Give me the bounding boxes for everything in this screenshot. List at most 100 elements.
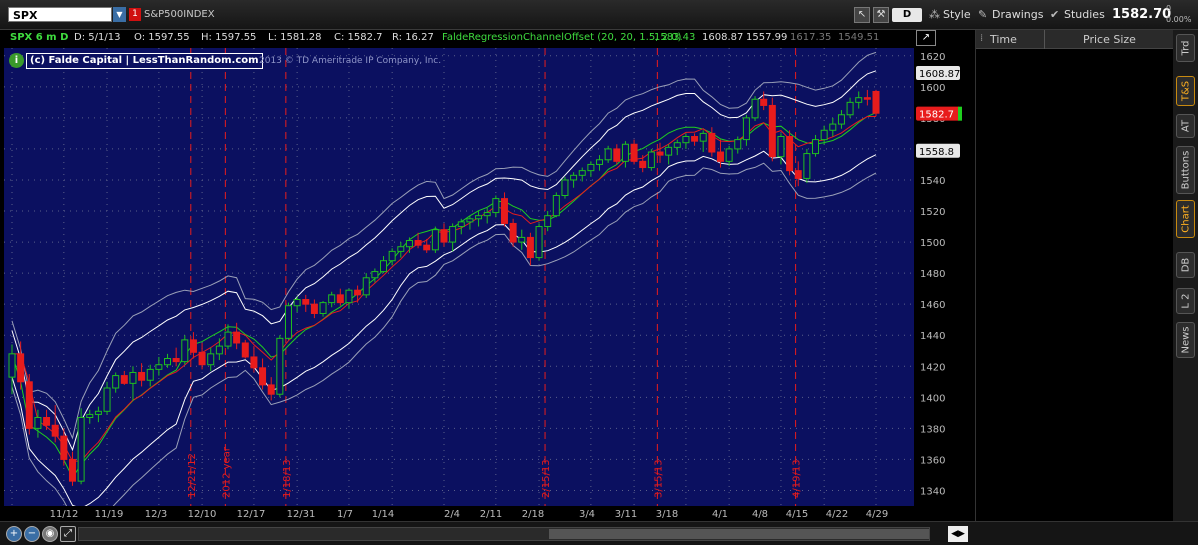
tab-chart[interactable]: Chart bbox=[1176, 200, 1195, 238]
candle-down bbox=[43, 417, 51, 426]
top-toolbar: SPX ▼ 1 S&P500INDEX ↖ ⚒ D ⁂ Style ✎ Drawin… bbox=[0, 0, 1198, 30]
ts-column-time[interactable]: Time bbox=[990, 33, 1017, 46]
candle-up bbox=[276, 337, 284, 395]
candle-down bbox=[25, 381, 33, 429]
price-tick-label: 1460 bbox=[920, 300, 945, 311]
date-tick-label: 2/18 bbox=[522, 509, 544, 520]
event-marker-label: 4/19/13 bbox=[792, 459, 803, 498]
candle-down bbox=[51, 424, 59, 437]
event-marker-label: 2012 year bbox=[221, 446, 232, 498]
zoom-in-icon[interactable]: + bbox=[6, 526, 22, 542]
price-tick-label: 1360 bbox=[920, 455, 945, 466]
event-marker-label: 12/21/12 bbox=[187, 453, 198, 498]
candle-up bbox=[388, 250, 396, 262]
zoom-out-icon[interactable]: − bbox=[24, 526, 40, 542]
candle-up bbox=[673, 142, 681, 148]
tab-buttons[interactable]: Buttons bbox=[1176, 146, 1195, 194]
cursor-icon[interactable]: ↖ bbox=[854, 7, 870, 23]
candle-up bbox=[164, 358, 172, 366]
candle-down bbox=[526, 236, 534, 259]
candle-up bbox=[596, 159, 604, 165]
bottom-scroll-bar: + − ◉ ⤢ ◀▶ bbox=[0, 521, 1198, 545]
candle-up bbox=[570, 174, 578, 181]
tab-news[interactable]: News bbox=[1176, 322, 1195, 358]
candle-up bbox=[647, 151, 655, 169]
date-tick-label: 2/4 bbox=[444, 509, 460, 520]
info-icon[interactable]: i bbox=[9, 53, 24, 68]
date-tick-label: 12/3 bbox=[145, 509, 167, 520]
watermark-label: (c) Falde Capital | LessThanRandom.com bbox=[26, 53, 263, 69]
candle-up bbox=[751, 98, 759, 119]
date-tick-label: 12/17 bbox=[237, 509, 266, 520]
candle-down bbox=[440, 229, 448, 243]
candle-down bbox=[310, 303, 318, 314]
link-group-badge[interactable]: 1 bbox=[129, 8, 141, 21]
candle-up bbox=[319, 302, 327, 314]
date-tick-label: 4/29 bbox=[866, 509, 888, 520]
net-change: 0 bbox=[1166, 4, 1172, 13]
candle-down bbox=[60, 435, 68, 460]
date-tick-label: 11/12 bbox=[50, 509, 79, 520]
candle-up bbox=[129, 371, 137, 384]
scrollbar-thumb[interactable] bbox=[549, 529, 929, 539]
candle-down bbox=[872, 90, 880, 114]
info-low: L: 1581.28 bbox=[268, 32, 322, 43]
ts-options-icon[interactable]: ⁞ bbox=[980, 33, 983, 44]
candle-down bbox=[630, 143, 638, 162]
magnifier-icon[interactable]: ◉ bbox=[42, 526, 58, 542]
candle-up bbox=[829, 123, 837, 131]
candle-up bbox=[820, 129, 828, 141]
pencil-icon: ✎ bbox=[978, 8, 988, 21]
candle-down bbox=[189, 339, 197, 353]
candle-up bbox=[362, 277, 370, 296]
candle-up bbox=[457, 221, 465, 228]
percent-change: 0.00% bbox=[1166, 15, 1192, 24]
price-tick-label: 1420 bbox=[920, 362, 945, 373]
studies-button[interactable]: ✔ Studies bbox=[1050, 6, 1105, 24]
candle-down bbox=[17, 353, 25, 383]
ts-column-divider[interactable] bbox=[1044, 30, 1045, 49]
tab-l2[interactable]: L 2 bbox=[1176, 288, 1195, 314]
candlestick-chart[interactable]: 12/21/12 2012 year 1/18/13 2/15/13 3/15/13 4/… bbox=[4, 48, 914, 506]
candle-up bbox=[855, 97, 863, 103]
price-axis[interactable]: 1340 1360 1380 1400 1420 1440 1460 1480 1500 1520… bbox=[914, 48, 970, 506]
candle-down bbox=[336, 294, 344, 304]
candle-up bbox=[284, 305, 292, 339]
last-price-tag: 1582.7 bbox=[919, 110, 954, 121]
tab-trd[interactable]: Trd bbox=[1176, 34, 1195, 62]
tab-db[interactable]: DB bbox=[1176, 252, 1195, 278]
candle-up bbox=[146, 368, 154, 381]
symbol-dropdown-icon[interactable]: ▼ bbox=[113, 7, 126, 22]
period-button[interactable]: D bbox=[892, 8, 922, 22]
info-symbol-period[interactable]: SPX 6 m D bbox=[10, 32, 68, 43]
style-button[interactable]: ⁂ Style bbox=[929, 6, 971, 24]
index-description: S&P500INDEX bbox=[144, 9, 215, 20]
outer-lower-band bbox=[11, 162, 877, 506]
study-value-2: 1608.87 bbox=[702, 32, 744, 43]
wrench-icon[interactable]: ⚒ bbox=[873, 7, 889, 23]
event-marker-label: 1/18/13 bbox=[282, 459, 293, 498]
ts-column-price-size[interactable]: Price Size bbox=[1083, 33, 1136, 46]
study-value-4: 1617.35 bbox=[790, 32, 832, 43]
study-name[interactable]: FaldeRegressionChannelOffset (20, 20, 1.… bbox=[442, 32, 681, 43]
candle-up bbox=[475, 215, 483, 220]
drawings-button[interactable]: ✎ Drawings bbox=[978, 6, 1043, 24]
expand-icon[interactable]: ⤢ bbox=[60, 526, 76, 542]
candle-up bbox=[837, 114, 845, 125]
chart-tool-button[interactable]: ↗ bbox=[916, 30, 936, 46]
study-value-3: 1557.99 bbox=[746, 32, 788, 43]
tab-ts[interactable]: T&S bbox=[1176, 76, 1195, 106]
candle-up bbox=[682, 135, 690, 144]
candle-up bbox=[405, 240, 413, 248]
time-scrollbar[interactable] bbox=[78, 527, 930, 541]
info-date: D: 5/1/13 bbox=[74, 32, 121, 43]
candle-up bbox=[77, 417, 85, 482]
symbol-input[interactable]: SPX bbox=[8, 7, 112, 22]
candle-down bbox=[250, 356, 258, 369]
candle-up bbox=[803, 153, 811, 179]
candle-down bbox=[639, 160, 647, 169]
scroll-arrows-icon[interactable]: ◀▶ bbox=[948, 526, 968, 542]
tab-at[interactable]: AT bbox=[1176, 114, 1195, 138]
candle-up bbox=[8, 353, 16, 378]
candle-up bbox=[665, 146, 673, 156]
